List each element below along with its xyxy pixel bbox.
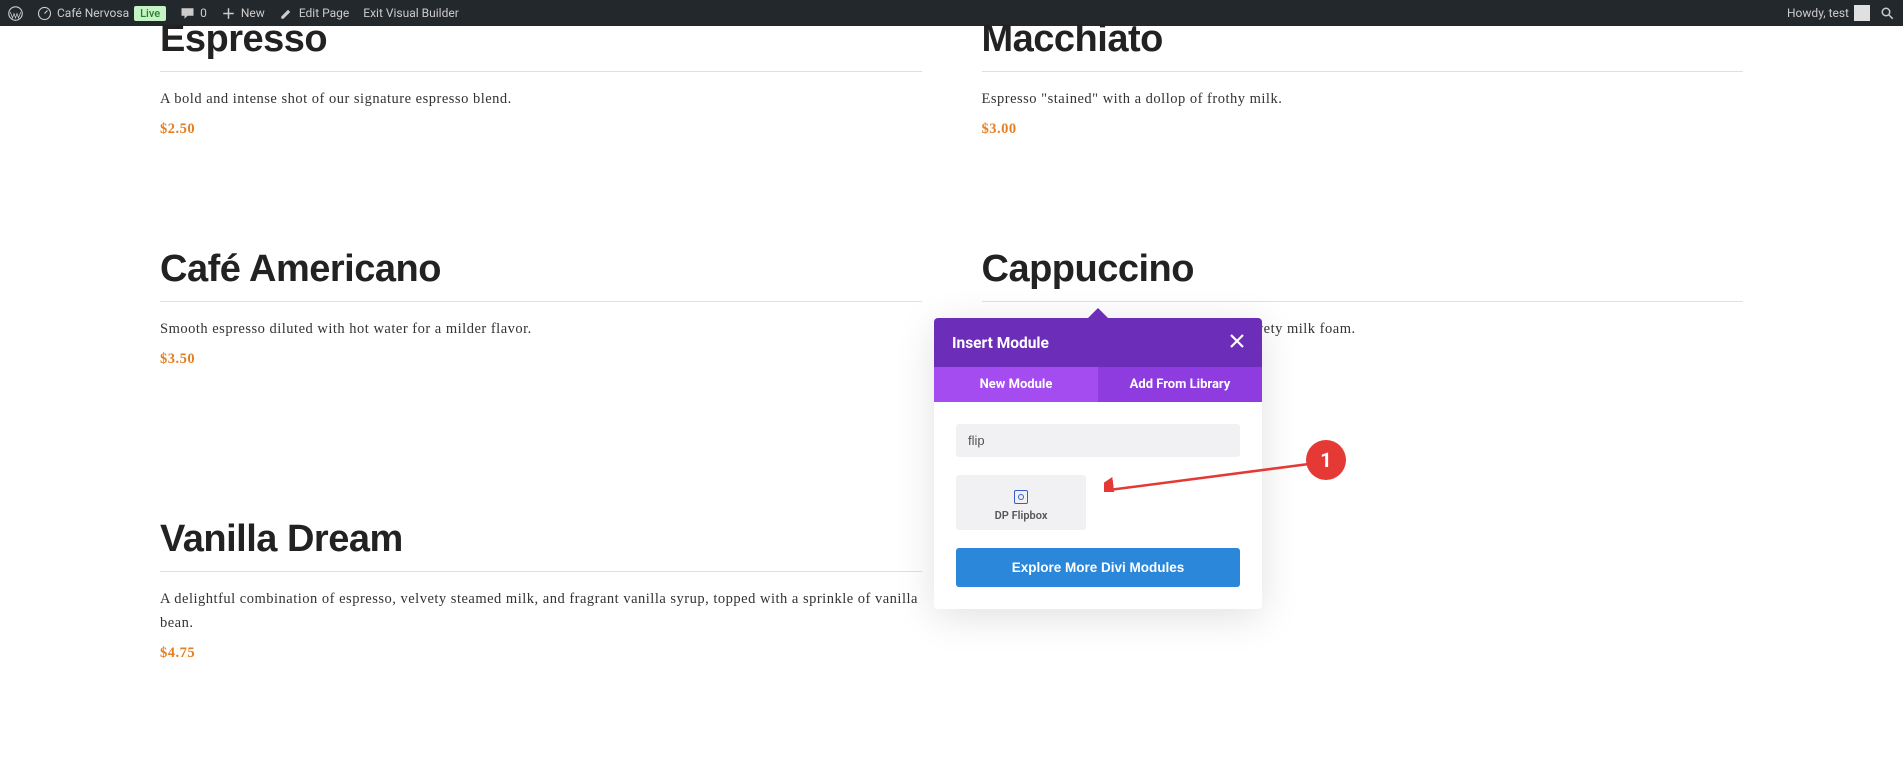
insert-module-popup: Insert Module New Module Add From Librar… (934, 318, 1262, 609)
howdy-link[interactable]: Howdy, test (1787, 5, 1870, 21)
menu-item-desc: A delightful combination of espresso, ve… (160, 588, 922, 634)
module-search-input[interactable] (956, 424, 1240, 457)
menu-item: Vanilla Dream A delightful combination o… (160, 518, 922, 661)
menu-item: Macchiato Espresso "stained" with a doll… (982, 18, 1744, 138)
annotation-number: 1 (1306, 440, 1346, 480)
menu-item-desc: A bold and intense shot of our signature… (160, 88, 922, 111)
menu-item-title: Café Americano (160, 248, 922, 302)
menu-item-title: Vanilla Dream (160, 518, 922, 572)
menu-item-desc: Espresso "stained" with a dollop of frot… (982, 88, 1744, 111)
menu-item-title: Espresso (160, 18, 922, 72)
menu-item-price: $4.75 (160, 645, 922, 662)
menu-item-price: $3.50 (160, 351, 922, 368)
flipbox-icon (1014, 490, 1028, 504)
menu-item: Espresso A bold and intense shot of our … (160, 18, 922, 138)
menu-item: Café Americano Smooth espresso diluted w… (160, 248, 922, 368)
menu-item-title: Cappuccino (982, 248, 1744, 302)
close-icon (1230, 334, 1244, 348)
menu-item-price: $2.50 (160, 121, 922, 138)
popup-caret (1086, 308, 1110, 320)
wordpress-icon (8, 6, 23, 21)
search-icon (1880, 6, 1895, 21)
popup-tabs: New Module Add From Library (934, 367, 1262, 402)
howdy-text: Howdy, test (1787, 6, 1849, 20)
explore-modules-button[interactable]: Explore More Divi Modules (956, 548, 1240, 587)
site-name-text: Café Nervosa (57, 6, 129, 20)
module-card-label: DP Flipbox (956, 509, 1086, 522)
site-name-link[interactable]: Café Nervosa Live (37, 6, 166, 21)
popup-close-button[interactable] (1230, 332, 1244, 353)
menu-column-left: Espresso A bold and intense shot of our … (160, 26, 922, 772)
popup-header: Insert Module (934, 318, 1262, 367)
popup-body: DP Flipbox Explore More Divi Modules (934, 402, 1262, 609)
tab-add-from-library[interactable]: Add From Library (1098, 367, 1262, 402)
menu-item-title: Macchiato (982, 18, 1744, 72)
tab-new-module[interactable]: New Module (934, 367, 1098, 402)
popup-title: Insert Module (952, 334, 1049, 352)
avatar (1854, 5, 1870, 21)
menu-item-desc: Smooth espresso diluted with hot water f… (160, 318, 922, 341)
menu-item-price: $3.00 (982, 121, 1744, 138)
module-card-dp-flipbox[interactable]: DP Flipbox (956, 475, 1086, 530)
search-toggle[interactable] (1880, 6, 1895, 21)
wp-logo[interactable] (8, 6, 23, 21)
dashboard-icon (37, 6, 52, 21)
